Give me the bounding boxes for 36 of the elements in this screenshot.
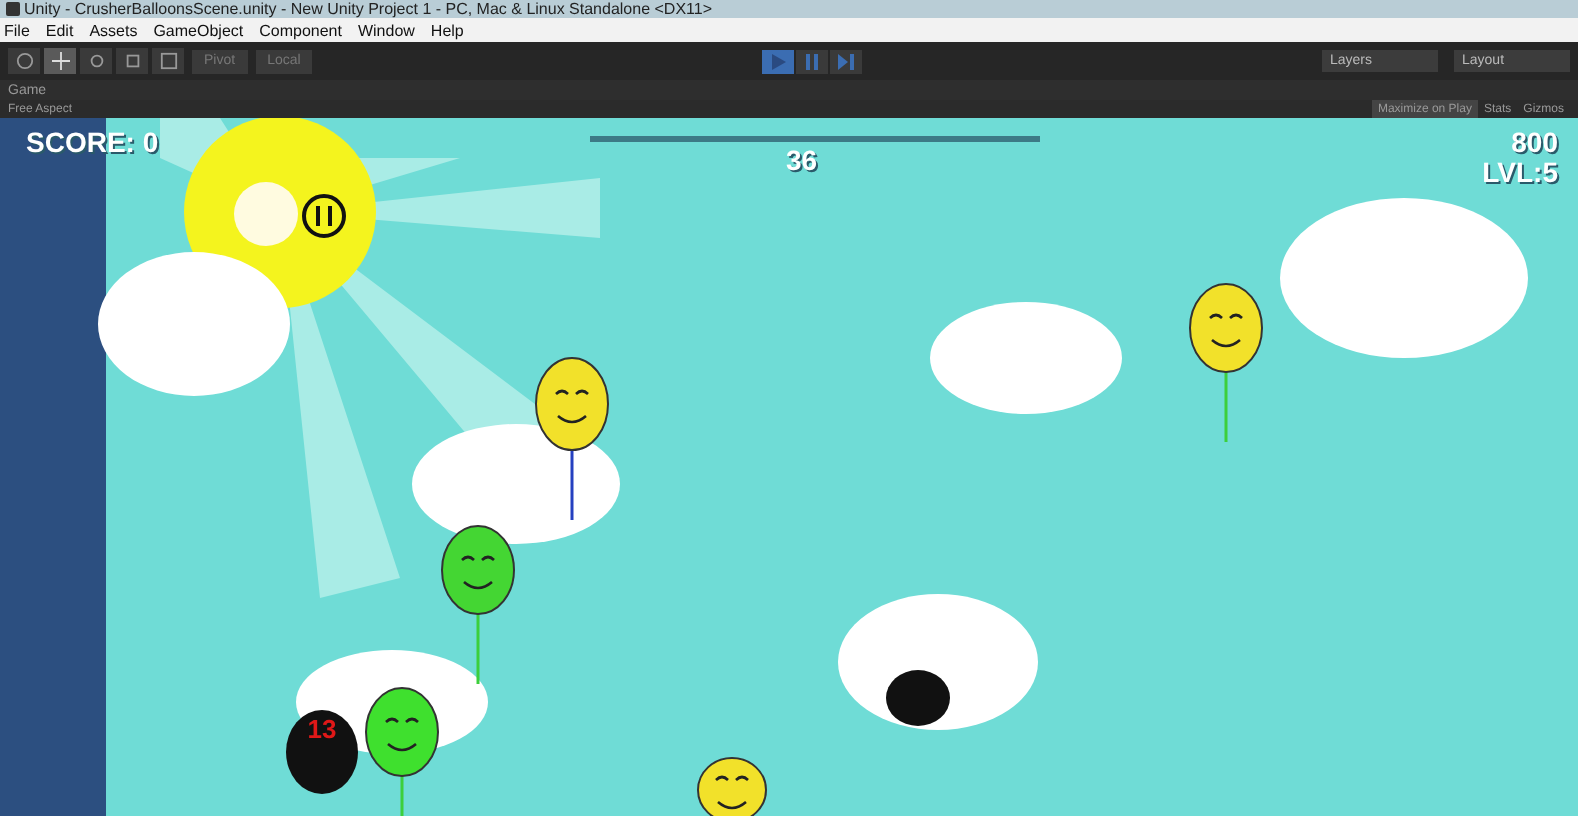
level-label: LVL:5 [1482, 156, 1558, 188]
menu-item[interactable]: Edit [45, 21, 74, 39]
window-title: Unity - CrusherBalloonsScene.unity - New Unity Project 1 - PC, Mac & Linux Standalone <DX11> [24, 0, 713, 18]
balloon-drawing[interactable] [365, 687, 439, 816]
tool-button[interactable] [116, 48, 148, 74]
play-icon [769, 53, 786, 69]
menu-item[interactable]: Assets [89, 21, 138, 39]
step-button[interactable] [829, 49, 862, 73]
bomb-drawing[interactable]: 13 [286, 710, 358, 794]
tool-button[interactable] [152, 48, 184, 74]
menu-item[interactable]: Component [259, 21, 342, 39]
scale-icon [123, 52, 141, 70]
pause-button[interactable] [302, 194, 346, 238]
unity-logo-icon [6, 2, 20, 16]
bomb-countdown: 13 [307, 714, 337, 744]
balloon-drawing[interactable] [697, 757, 767, 816]
move-icon [51, 52, 69, 70]
balloon-drawing[interactable] [441, 525, 515, 684]
balloon-drawing[interactable] [1189, 283, 1263, 442]
hand-icon [15, 52, 33, 70]
menu-item[interactable]: Window [357, 21, 415, 39]
tool-button[interactable] [8, 48, 40, 74]
step-icon [837, 53, 854, 69]
bomb-drawing[interactable] [886, 670, 950, 726]
tool-button[interactable] [44, 48, 76, 74]
tool-button[interactable] [80, 48, 112, 74]
best-score: 800 [1511, 126, 1558, 158]
timer-label: 36 [786, 144, 818, 176]
menu-item[interactable]: Help [430, 21, 464, 39]
menu-item[interactable]: File [4, 21, 30, 39]
play-button[interactable] [761, 49, 794, 73]
rotate-icon [87, 52, 105, 70]
rect-tool-icon [159, 52, 177, 70]
balloon-drawing[interactable] [535, 357, 609, 520]
menu-item[interactable]: GameObject [153, 21, 244, 39]
pause-icon [803, 53, 820, 69]
